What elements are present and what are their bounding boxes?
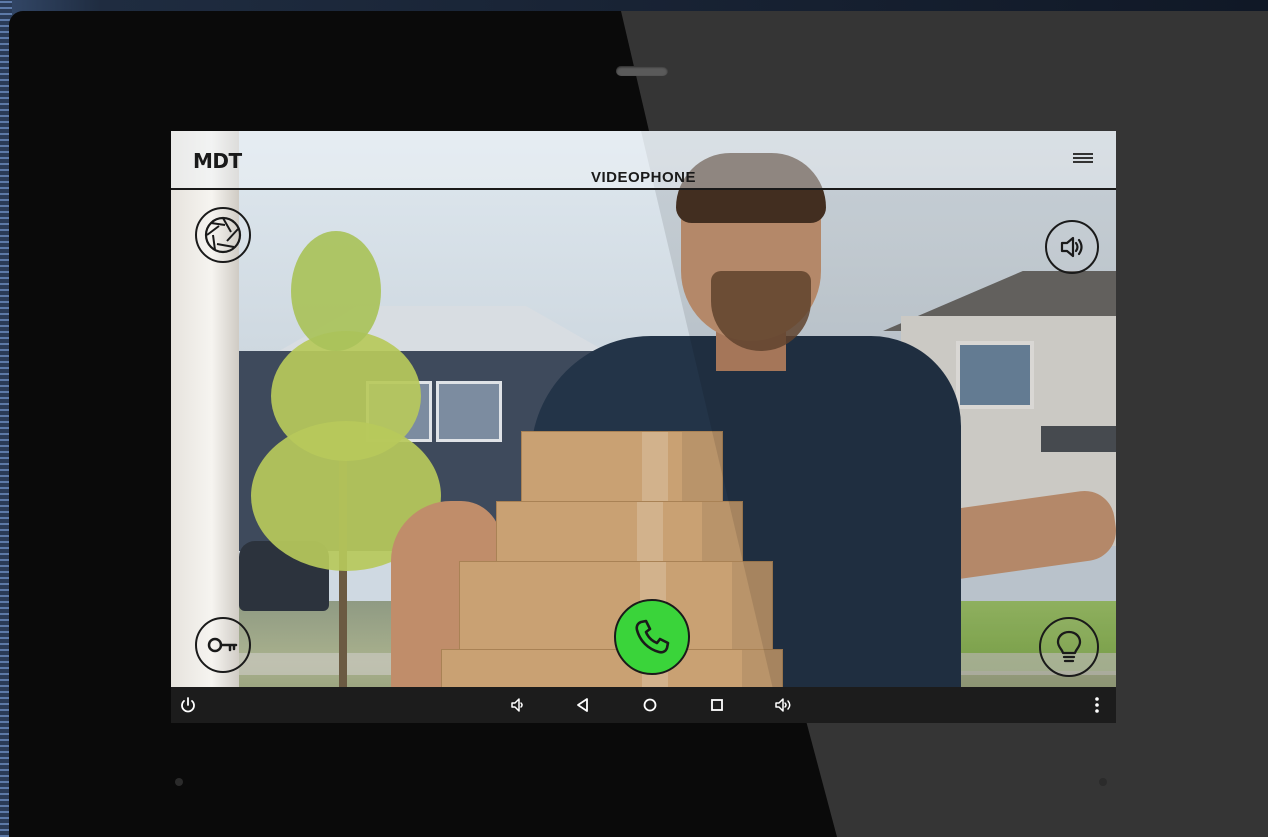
- home-button[interactable]: [638, 693, 662, 717]
- door-open-button[interactable]: [195, 617, 251, 673]
- volume-up-button[interactable]: [773, 693, 797, 717]
- phone-icon: [635, 619, 670, 654]
- touch-screen: MDT VIDEOPHONE: [171, 131, 1116, 723]
- volume-up-icon: [775, 698, 791, 712]
- home-circle-icon: [643, 698, 657, 712]
- recents-button[interactable]: [705, 693, 729, 717]
- back-button[interactable]: [571, 693, 595, 717]
- sensor-left: [175, 778, 183, 786]
- power-icon: [181, 697, 195, 713]
- lightbulb-icon: [1056, 630, 1082, 663]
- more-options-button[interactable]: [1085, 693, 1109, 717]
- menu-icon[interactable]: [1073, 153, 1093, 165]
- intercom-device: MDT VIDEOPHONE: [9, 11, 1268, 837]
- volume-down-button[interactable]: [506, 693, 530, 717]
- more-vertical-icon: [1095, 697, 1099, 713]
- call-button[interactable]: [614, 599, 690, 675]
- camera-slot: [616, 66, 668, 76]
- key-icon: [207, 637, 238, 653]
- snapshot-button[interactable]: [195, 207, 251, 263]
- back-triangle-icon: [577, 698, 588, 712]
- sensor-right: [1099, 778, 1107, 786]
- light-button[interactable]: [1039, 617, 1099, 677]
- top-bar: MDT VIDEOPHONE: [171, 131, 1116, 190]
- camera-shutter-icon: [204, 216, 242, 254]
- volume-down-icon: [511, 698, 523, 712]
- recents-square-icon: [711, 699, 723, 711]
- page-title: VIDEOPHONE: [590, 169, 697, 186]
- power-button[interactable]: [176, 693, 200, 717]
- speaker-icon: [1060, 236, 1083, 258]
- system-nav-bar: [171, 687, 1116, 723]
- speaker-button[interactable]: [1045, 220, 1099, 274]
